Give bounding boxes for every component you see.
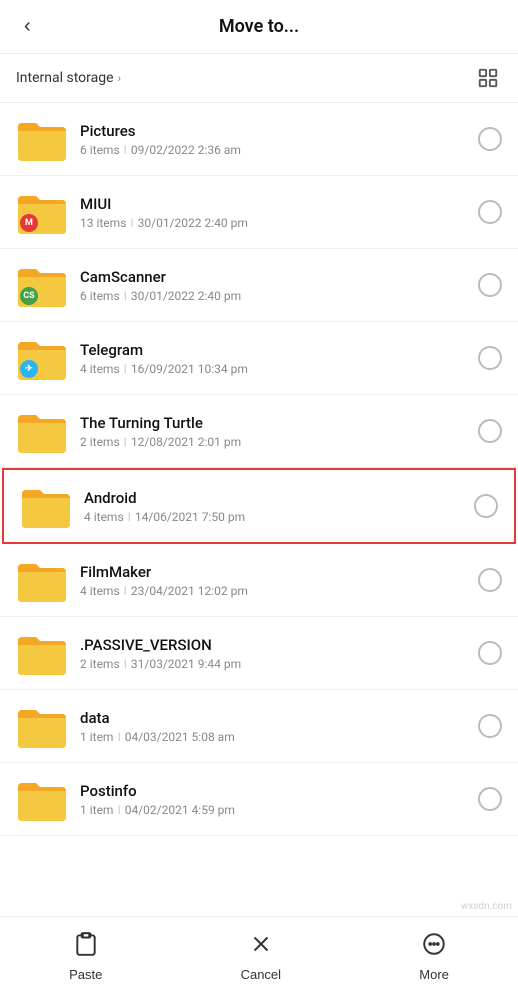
file-name: MIUI — [80, 195, 470, 213]
file-name: FilmMaker — [80, 563, 470, 581]
file-name: Postinfo — [80, 782, 470, 800]
select-radio[interactable] — [478, 787, 502, 811]
file-name: The Turning Turtle — [80, 414, 470, 432]
file-info: .PASSIVE_VERSION 2 itemsI31/03/2021 9:44 … — [80, 636, 470, 671]
folder-icon — [16, 113, 68, 165]
list-item[interactable]: CS CamScanner 6 itemsI30/01/2022 2:40 pm — [0, 249, 518, 322]
breadcrumb: Internal storage › — [0, 54, 518, 103]
folder-icon — [20, 480, 72, 532]
list-item[interactable]: Android 4 itemsI14/06/2021 7:50 pm — [2, 468, 516, 544]
paste-icon — [73, 931, 99, 963]
file-info: Postinfo 1 itemI04/02/2021 4:59 pm — [80, 782, 470, 817]
list-item[interactable]: M MIUI 13 itemsI30/01/2022 2:40 pm — [0, 176, 518, 249]
list-item[interactable]: The Turning Turtle 2 itemsI12/08/2021 2:0… — [0, 395, 518, 468]
file-info: data 1 itemI04/03/2021 5:08 am — [80, 709, 470, 744]
select-radio[interactable] — [478, 200, 502, 224]
list-item[interactable]: FilmMaker 4 itemsI23/04/2021 12:02 pm — [0, 544, 518, 617]
file-meta: 4 itemsI16/09/2021 10:34 pm — [80, 362, 470, 376]
more-button[interactable]: More — [399, 923, 469, 990]
select-radio[interactable] — [478, 641, 502, 665]
header: ‹ Move to... — [0, 0, 518, 54]
folder-icon — [16, 773, 68, 825]
file-name: data — [80, 709, 470, 727]
folder-icon: ✈ — [16, 332, 68, 384]
bottom-bar: Paste Cancel More — [0, 916, 518, 996]
file-meta: 2 itemsI31/03/2021 9:44 pm — [80, 657, 470, 671]
list-item[interactable]: Postinfo 1 itemI04/02/2021 4:59 pm — [0, 763, 518, 836]
select-radio[interactable] — [478, 714, 502, 738]
folder-badge: M — [20, 214, 38, 232]
file-meta: 4 itemsI14/06/2021 7:50 pm — [84, 510, 466, 524]
file-info: Telegram 4 itemsI16/09/2021 10:34 pm — [80, 341, 470, 376]
select-radio[interactable] — [478, 346, 502, 370]
list-item[interactable]: ✈ Telegram 4 itemsI16/09/2021 10:34 pm — [0, 322, 518, 395]
cancel-button[interactable]: Cancel — [221, 923, 301, 990]
file-info: FilmMaker 4 itemsI23/04/2021 12:02 pm — [80, 563, 470, 598]
folder-icon — [16, 700, 68, 752]
back-button[interactable]: ‹ — [16, 11, 39, 42]
file-meta: 1 itemI04/02/2021 4:59 pm — [80, 803, 470, 817]
folder-badge: CS — [20, 287, 38, 305]
select-radio[interactable] — [474, 494, 498, 518]
folder-badge: ✈ — [20, 360, 38, 378]
file-name: CamScanner — [80, 268, 470, 286]
folder-icon: CS — [16, 259, 68, 311]
cancel-icon — [248, 931, 274, 963]
list-item[interactable]: .PASSIVE_VERSION 2 itemsI31/03/2021 9:44 … — [0, 617, 518, 690]
folder-icon — [16, 627, 68, 679]
list-item[interactable]: Pictures 6 itemsI09/02/2022 2:36 am — [0, 103, 518, 176]
watermark: wxsdn.com — [455, 899, 518, 914]
file-list: Pictures 6 itemsI09/02/2022 2:36 am M MIUI… — [0, 103, 518, 921]
file-info: Pictures 6 itemsI09/02/2022 2:36 am — [80, 122, 470, 157]
file-info: The Turning Turtle 2 itemsI12/08/2021 2:0… — [80, 414, 470, 449]
list-item[interactable]: data 1 itemI04/03/2021 5:08 am — [0, 690, 518, 763]
breadcrumb-label: Internal storage — [16, 70, 114, 86]
select-radio[interactable] — [478, 568, 502, 592]
file-name: .PASSIVE_VERSION — [80, 636, 470, 654]
grid-view-button[interactable] — [474, 64, 502, 92]
file-meta: 1 itemI04/03/2021 5:08 am — [80, 730, 470, 744]
file-meta: 2 itemsI12/08/2021 2:01 pm — [80, 435, 470, 449]
select-radio[interactable] — [478, 273, 502, 297]
cancel-label: Cancel — [241, 967, 281, 982]
file-info: MIUI 13 itemsI30/01/2022 2:40 pm — [80, 195, 470, 230]
select-radio[interactable] — [478, 127, 502, 151]
folder-icon — [16, 554, 68, 606]
file-meta: 6 itemsI30/01/2022 2:40 pm — [80, 289, 470, 303]
file-name: Telegram — [80, 341, 470, 359]
paste-label: Paste — [69, 967, 102, 982]
folder-icon: M — [16, 186, 68, 238]
file-meta: 6 itemsI09/02/2022 2:36 am — [80, 143, 470, 157]
file-meta: 4 itemsI23/04/2021 12:02 pm — [80, 584, 470, 598]
file-meta: 13 itemsI30/01/2022 2:40 pm — [80, 216, 470, 230]
select-radio[interactable] — [478, 419, 502, 443]
breadcrumb-path[interactable]: Internal storage › — [16, 70, 121, 86]
file-info: CamScanner 6 itemsI30/01/2022 2:40 pm — [80, 268, 470, 303]
file-name: Android — [84, 489, 466, 507]
more-label: More — [419, 967, 449, 982]
page-title: Move to... — [219, 16, 299, 37]
folder-icon — [16, 405, 68, 457]
file-info: Android 4 itemsI14/06/2021 7:50 pm — [84, 489, 466, 524]
more-icon — [421, 931, 447, 963]
paste-button[interactable]: Paste — [49, 923, 122, 990]
chevron-right-icon: › — [118, 71, 122, 85]
file-name: Pictures — [80, 122, 470, 140]
